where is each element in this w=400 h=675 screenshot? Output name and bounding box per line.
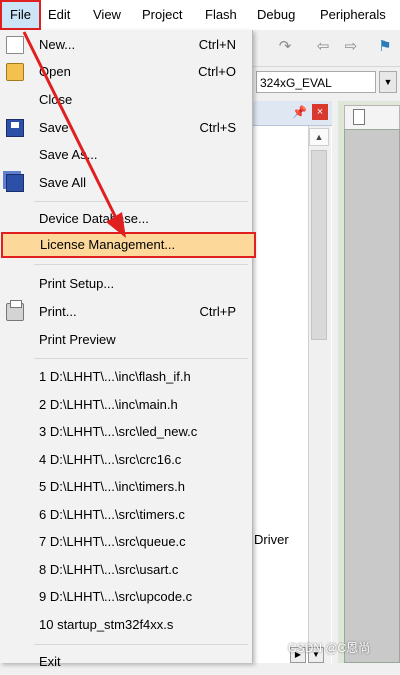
recent-file-label: 1 D:\LHHT\...\inc\flash_if.h: [39, 369, 191, 384]
recent-file-item[interactable]: 8 D:\LHHT\...\src\usart.c: [0, 557, 252, 583]
menu-item-new[interactable]: New... Ctrl+N: [0, 32, 252, 58]
recent-file-item[interactable]: 1 D:\LHHT\...\inc\flash_if.h: [0, 364, 252, 390]
watermark-text: CSDN @C恩尚: [288, 641, 371, 655]
menu-item-label: Print Preview: [39, 332, 116, 347]
recent-file-label: 10 startup_stm32f4xx.s: [39, 617, 174, 632]
shortcut-text: Ctrl+O: [198, 64, 236, 79]
scroll-thumb[interactable]: [311, 150, 327, 340]
bookmark-flag-icon[interactable]: ⚑: [376, 38, 394, 56]
recent-file-label: 3 D:\LHHT\...\src\led_new.c: [39, 424, 198, 439]
menu-separator: [34, 201, 248, 202]
menu-item-label: New...: [39, 37, 76, 52]
menu-item-label: Print...: [39, 304, 77, 319]
menu-peripherals[interactable]: Peripherals: [320, 0, 386, 30]
menu-item-license-management[interactable]: License Management...: [1, 232, 256, 258]
menu-file[interactable]: File: [0, 0, 41, 30]
recent-file-label: 8 D:\LHHT\...\src\usart.c: [39, 562, 179, 577]
recent-file-label: 9 D:\LHHT\...\src\upcode.c: [39, 589, 193, 604]
recent-file-item[interactable]: 2 D:\LHHT\...\inc\main.h: [0, 392, 252, 418]
menu-item-device-database[interactable]: Device Database...: [0, 206, 252, 232]
printer-icon: [6, 300, 24, 321]
new-file-icon: [6, 36, 24, 54]
editor-body[interactable]: [344, 129, 400, 663]
recent-file-item[interactable]: 3 D:\LHHT\...\src\led_new.c: [0, 419, 252, 445]
menu-item-save[interactable]: Save Ctrl+S: [0, 115, 252, 141]
vertical-scrollbar[interactable]: ▲: [308, 126, 331, 663]
recent-file-label: 5 D:\LHHT\...\inc\timers.h: [39, 479, 185, 494]
document-icon: [353, 109, 365, 125]
recent-file-item[interactable]: 10 startup_stm32f4xx.s: [0, 612, 252, 638]
save-icon: [6, 119, 24, 137]
menu-item-label: License Management...: [40, 237, 176, 252]
menu-item-print-setup[interactable]: Print Setup...: [0, 271, 252, 297]
editor-tab[interactable]: [344, 105, 400, 129]
menu-bar: File Edit View Project Flash Debug Perip…: [0, 0, 400, 31]
redo-icon[interactable]: ↷: [276, 38, 294, 56]
recent-file-item[interactable]: 4 D:\LHHT\...\src\crc16.c: [0, 447, 252, 473]
forward-arrow-icon[interactable]: ⇨: [342, 38, 360, 56]
menu-edit[interactable]: Edit: [48, 0, 70, 30]
menu-view[interactable]: View: [93, 0, 121, 30]
shortcut-text: Ctrl+S: [199, 120, 236, 135]
back-arrow-icon[interactable]: ⇦: [314, 38, 332, 56]
menu-project[interactable]: Project: [142, 0, 182, 30]
menu-item-label: Exit: [39, 654, 61, 669]
target-bar: 324xG_EVAL ▼: [252, 67, 400, 99]
menu-item-close[interactable]: Close: [0, 87, 252, 113]
menu-flash[interactable]: Flash: [205, 0, 237, 30]
menu-item-label: Save As...: [39, 147, 98, 162]
menu-item-label: Close: [39, 92, 73, 107]
save-all-icon: [6, 174, 24, 192]
recent-file-item[interactable]: 7 D:\LHHT\...\src\queue.c: [0, 529, 252, 555]
recent-file-label: 6 D:\LHHT\...\src\timers.c: [39, 507, 185, 522]
toolbar: ↷ ⇦ ⇨ ⚑: [252, 30, 400, 67]
pin-icon[interactable]: 📌: [292, 105, 307, 119]
menu-item-open[interactable]: Open Ctrl+O: [0, 59, 252, 85]
menu-item-exit[interactable]: Exit: [0, 649, 252, 675]
menu-item-label: Open: [39, 64, 71, 79]
menu-item-save-as[interactable]: Save As...: [0, 142, 252, 168]
menu-item-label: Device Database...: [39, 211, 149, 226]
menu-separator: [34, 644, 248, 645]
menu-item-save-all[interactable]: Save All: [0, 170, 252, 196]
recent-file-label: 4 D:\LHHT\...\src\crc16.c: [39, 452, 182, 467]
recent-file-label: 2 D:\LHHT\...\inc\main.h: [39, 397, 178, 412]
chevron-down-icon[interactable]: ▼: [379, 71, 397, 93]
folder-open-icon: [6, 63, 24, 81]
shortcut-text: Ctrl+P: [199, 304, 236, 319]
recent-file-item[interactable]: 6 D:\LHHT\...\src\timers.c: [0, 502, 252, 528]
menu-item-label: Save: [39, 120, 69, 135]
menu-item-print-preview[interactable]: Print Preview: [0, 327, 252, 353]
menu-item-print[interactable]: Print... Ctrl+P: [0, 299, 252, 325]
driver-text: Driver: [254, 532, 289, 547]
file-menu-dropdown: New... Ctrl+N Open Ctrl+O Close Save Ctr…: [0, 30, 256, 669]
menu-item-label: Print Setup...: [39, 276, 115, 291]
close-icon[interactable]: ×: [312, 104, 328, 120]
menu-debug[interactable]: Debug: [257, 0, 295, 30]
editor-area: [338, 101, 400, 663]
project-panel-header: 📌 ×: [252, 101, 332, 126]
scroll-up-icon[interactable]: ▲: [309, 128, 329, 146]
menu-separator: [34, 358, 248, 359]
recent-file-item[interactable]: 9 D:\LHHT\...\src\upcode.c: [0, 584, 252, 610]
target-select[interactable]: 324xG_EVAL: [256, 71, 376, 93]
recent-file-label: 7 D:\LHHT\...\src\queue.c: [39, 534, 186, 549]
shortcut-text: Ctrl+N: [198, 37, 236, 52]
recent-file-item[interactable]: 5 D:\LHHT\...\inc\timers.h: [0, 474, 252, 500]
menu-item-label: Save All: [39, 175, 86, 190]
menu-separator: [34, 264, 248, 265]
